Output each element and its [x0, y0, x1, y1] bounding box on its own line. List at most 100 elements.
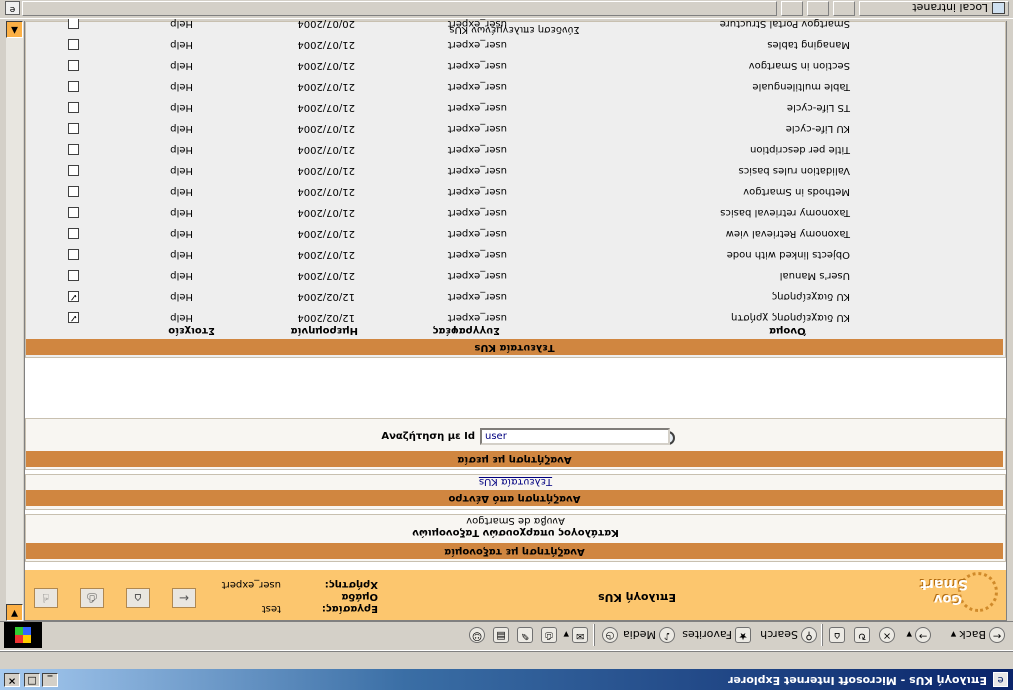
print-nav-button[interactable]: ⎙ — [80, 588, 104, 608]
refresh-button[interactable]: ↻ — [854, 624, 870, 646]
chevron-down-icon: ▾ — [950, 628, 957, 642]
ku-select-checkbox[interactable] — [68, 186, 79, 197]
ku-date: 21/07/2004 — [297, 207, 355, 218]
stop-icon: × — [879, 627, 895, 643]
zone-pane: Local intranet — [859, 1, 1009, 16]
ku-date: 12/02/2004 — [297, 291, 355, 302]
user-info-values: test user_expert — [222, 578, 281, 614]
forward-button[interactable]: → ▾ — [906, 624, 931, 646]
table-row: User's Manual user_expert 21/07/2004 Help — [24, 264, 1005, 285]
id-search-label: Αναζήτηση με Id — [381, 431, 475, 442]
forward-arrow-icon: → — [915, 627, 931, 643]
ku-select-checkbox[interactable] — [68, 144, 79, 155]
mail-button[interactable]: ✉ ▾ — [563, 624, 588, 646]
help-nav-button[interactable]: ☝ — [34, 588, 58, 608]
close-button[interactable]: × — [4, 673, 20, 687]
back-nav-button[interactable]: ← — [172, 588, 196, 608]
ku-select-checkbox[interactable] — [68, 81, 79, 92]
ku-name: Title per description — [750, 144, 850, 155]
scroll-down-button[interactable]: ▼ — [6, 604, 23, 621]
ku-date: 21/07/2004 — [297, 165, 355, 176]
ku-element: Help — [170, 228, 193, 239]
ku-element: Help — [170, 102, 193, 113]
tree-search-bar: Αναζήτηση από Δέντρο — [26, 490, 1003, 506]
ku-name: KU διαχείρησης — [771, 291, 850, 302]
table-row: Title per description user_expert 21/07/20… — [24, 138, 1005, 159]
table-row: Taxonomy retrieval basics user_expert 21/0… — [24, 201, 1005, 222]
back-button[interactable]: ← Back ▾ — [951, 624, 1005, 646]
stop-button[interactable]: × — [879, 624, 895, 646]
minimize-button[interactable]: _ — [42, 673, 58, 687]
menu-bar — [0, 651, 1013, 669]
scroll-up-button[interactable]: ▲ — [6, 21, 23, 38]
ku-author: user_expert — [447, 60, 507, 71]
table-row: TS Life-cycle user_expert 21/07/2004 Help — [24, 96, 1005, 117]
favorites-button[interactable]: ★ Favorites — [682, 624, 751, 646]
ku-select-checkbox[interactable] — [68, 207, 79, 218]
browser-window: e Επιλογή KUs - Microsoft Internet Explo… — [0, 0, 1013, 690]
page-title: Επιλογή KUs — [598, 591, 676, 604]
ku-date: 21/07/2004 — [297, 144, 355, 155]
ku-select-checkbox[interactable] — [68, 249, 79, 260]
home-nav-button[interactable]: ⌂ — [126, 588, 150, 608]
windows-logo-icon — [15, 627, 31, 643]
smartgov-logo: Gov Smart — [920, 572, 1000, 616]
media-search-panel: Αναζήτηση με μεσία Αναζήτηση με Id — [25, 418, 1006, 470]
media-icon: ♪ — [659, 627, 675, 643]
ku-element: Help — [170, 249, 193, 260]
ku-name: Validation rules basics — [738, 165, 851, 176]
ku-select-checkbox[interactable] — [68, 60, 79, 71]
ku-name: Section in Smartgov — [748, 60, 850, 71]
ku-select-checkbox[interactable] — [68, 39, 79, 50]
home-button[interactable]: ⌂ — [829, 624, 845, 646]
ku-select-checkbox[interactable] — [68, 165, 79, 176]
page-status-icon: e — [5, 1, 20, 15]
status-message-pane — [22, 1, 777, 16]
user-info-label: Εργασίας: — [321, 603, 378, 614]
ku-select-checkbox[interactable] — [68, 270, 79, 281]
back-arrow-icon: ← — [989, 627, 1005, 643]
ku-author: user_expert — [447, 165, 507, 176]
ku-author: user_expert — [447, 312, 507, 323]
ku-date: 21/07/2004 — [297, 102, 355, 113]
ku-author: user_expert — [447, 270, 507, 281]
ku-date: 21/07/2004 — [297, 39, 355, 50]
ku-select-checkbox[interactable]: ✓ — [68, 312, 79, 323]
link-selected-kus[interactable]: Σύνδεση επιλεγμένων KUs — [24, 24, 1005, 35]
table-row: Objects linked with node user_expert 21/07… — [24, 243, 1005, 264]
page-content: ☝ ⎙ ⌂ ← Εργασίας: Ομάδα Χρήστης: test us… — [24, 18, 1007, 621]
smartgov-help-link[interactable]: Ανυβα de Smartgov — [26, 514, 1005, 526]
history-button[interactable]: ◷ — [602, 624, 618, 646]
chevron-down-icon: ▾ — [906, 628, 912, 642]
mail-icon: ✉ — [572, 627, 588, 643]
discuss-button[interactable]: ▤ — [493, 624, 509, 646]
id-search-input[interactable] — [480, 428, 670, 445]
ku-select-checkbox[interactable] — [68, 102, 79, 113]
ku-select-checkbox[interactable]: ✓ — [68, 291, 79, 302]
print-button[interactable]: ⎙ — [541, 624, 557, 646]
edit-button[interactable]: ✎ — [517, 624, 533, 646]
status-pane — [833, 1, 855, 16]
media-button[interactable]: ♪ Media — [623, 624, 675, 646]
ku-name: Taxonomy retrieval basics — [720, 207, 850, 218]
tree-search-panel: Αναζήτηση από Δέντρο Τελευταία KUs — [25, 474, 1006, 510]
ku-date: 21/07/2004 — [297, 81, 355, 92]
ku-element: Help — [170, 81, 193, 92]
table-row: Managing tables user_expert 21/07/2004 Help — [24, 33, 1005, 54]
search-button[interactable]: ⚲ Search — [760, 624, 817, 646]
latest-kus-link[interactable]: Τελευταία KUs — [26, 475, 1005, 487]
title-bar[interactable]: e Επιλογή KUs - Microsoft Internet Explo… — [0, 669, 1013, 690]
window-title: Επιλογή KUs - Microsoft Internet Explore… — [728, 674, 987, 687]
vertical-scrollbar[interactable]: ▼ ▲ — [6, 21, 23, 621]
ku-element: Help — [170, 39, 193, 50]
user-info-labels: Εργασίας: Ομάδα Χρήστης: — [322, 578, 378, 614]
ku-date: 21/07/2004 — [297, 249, 355, 260]
ku-select-checkbox[interactable] — [68, 228, 79, 239]
maximize-button[interactable]: □ — [24, 673, 40, 687]
user-info-label: Χρήστης: — [324, 579, 378, 590]
ku-select-checkbox[interactable] — [68, 123, 79, 134]
ku-author: user_expert — [447, 291, 507, 302]
ku-name: KU Life-cycle — [785, 123, 850, 134]
messenger-button[interactable]: ☺ — [469, 624, 485, 646]
user-info-value: user_expert — [221, 579, 281, 590]
